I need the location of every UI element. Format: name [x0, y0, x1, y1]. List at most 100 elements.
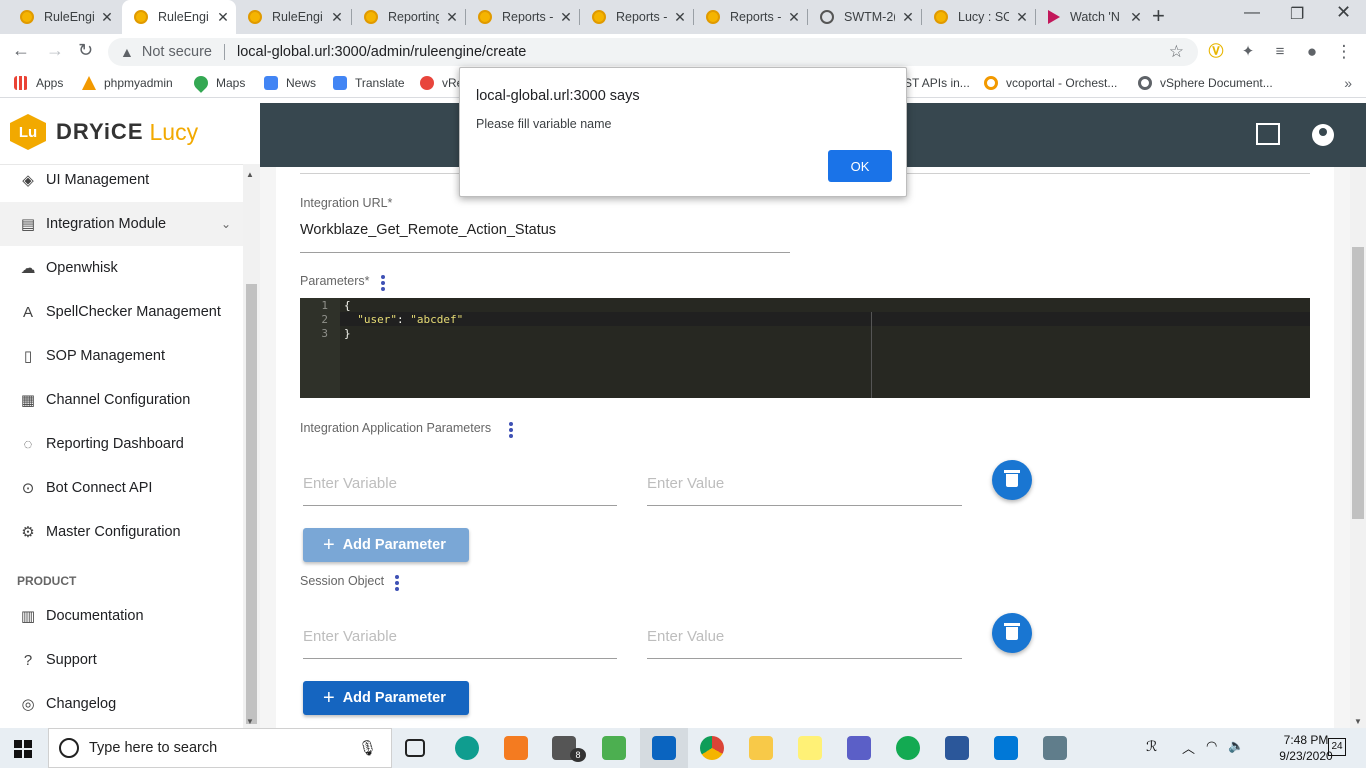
- bookmark-news[interactable]: News: [264, 76, 316, 90]
- wifi-icon[interactable]: ◠: [1206, 738, 1217, 754]
- scroll-down-icon[interactable]: ▼: [246, 717, 254, 726]
- back-icon[interactable]: ←: [12, 40, 30, 61]
- vscode-icon[interactable]: [994, 736, 1018, 760]
- sidebar-item-bot-connect-api[interactable]: ⊙ Bot Connect API: [0, 466, 243, 510]
- bookmark-vre[interactable]: vRe: [420, 76, 463, 90]
- close-icon[interactable]: ✕: [667, 9, 693, 26]
- puzzle-icon[interactable]: ✦: [1238, 42, 1258, 62]
- value-input[interactable]: Enter Value: [647, 475, 724, 492]
- scroll-down-icon[interactable]: ▼: [1354, 717, 1362, 726]
- browser-tab[interactable]: Lucy : SO ✕: [922, 0, 1035, 34]
- file-explorer-icon[interactable]: [749, 736, 773, 760]
- sidebar-item-integration-module[interactable]: ▤ Integration Module ⌄: [0, 202, 243, 246]
- more-vert-icon[interactable]: [395, 575, 399, 593]
- browser-tab[interactable]: Watch 'N ✕: [1036, 0, 1149, 34]
- close-icon[interactable]: ✕: [1123, 9, 1149, 26]
- omnibox[interactable]: ▲ Not secure local-global.url:3000/admin…: [108, 38, 1198, 66]
- forward-icon[interactable]: →: [46, 40, 64, 61]
- close-icon[interactable]: ✕: [324, 9, 350, 26]
- new-tab-icon[interactable]: +: [1152, 3, 1165, 29]
- outlook-icon[interactable]: [652, 736, 676, 760]
- chrome-icon[interactable]: [700, 736, 724, 760]
- bookmark-apps[interactable]: Apps: [14, 76, 63, 90]
- bookmark-st-apis[interactable]: ST APIs in...: [904, 76, 970, 90]
- close-icon[interactable]: ✕: [439, 9, 465, 26]
- task-view-icon[interactable]: [405, 739, 425, 757]
- scrollbar-thumb[interactable]: [1352, 247, 1364, 519]
- windows-start-icon[interactable]: [14, 740, 32, 758]
- sidebar-scrollbar[interactable]: ▲ ▼: [243, 164, 260, 728]
- browser-tab[interactable]: Reporting ✕: [352, 0, 465, 34]
- scrollbar-thumb[interactable]: [246, 284, 257, 724]
- warning-icon[interactable]: ▲: [120, 44, 134, 60]
- value-input[interactable]: Enter Value: [647, 628, 724, 645]
- notepad-icon[interactable]: [602, 736, 626, 760]
- sidebar-item-changelog[interactable]: ◎ Changelog: [0, 682, 243, 726]
- delete-button[interactable]: [992, 613, 1032, 653]
- integration-url-field[interactable]: Workblaze_Get_Remote_Action_Status: [300, 222, 556, 238]
- sidebar-item-channel-configuration[interactable]: ▦ Channel Configuration: [0, 378, 243, 422]
- browser-tab[interactable]: RuleEngi ✕: [236, 0, 350, 34]
- window-close-icon[interactable]: ✕: [1336, 2, 1351, 23]
- close-icon[interactable]: ✕: [210, 9, 236, 26]
- add-parameter-button[interactable]: + Add Parameter: [303, 528, 469, 562]
- variable-input[interactable]: Enter Variable: [303, 475, 397, 492]
- sticky-notes-icon[interactable]: [798, 736, 822, 760]
- extension-icon[interactable]: Ⓥ: [1206, 42, 1226, 62]
- sidebar-item-ui-management[interactable]: ◈ UI Management: [0, 158, 243, 202]
- teams-icon[interactable]: [847, 736, 871, 760]
- fullscreen-icon[interactable]: [1256, 123, 1280, 145]
- close-icon[interactable]: ✕: [895, 9, 921, 26]
- xampp-icon[interactable]: [504, 736, 528, 760]
- close-icon[interactable]: ✕: [781, 9, 807, 26]
- taskbar-search[interactable]: Type here to search 🎙: [48, 728, 392, 768]
- bookmark-vsphere[interactable]: vSphere Document...: [1138, 76, 1273, 90]
- profile-icon[interactable]: ●: [1302, 42, 1322, 62]
- sidebar-item-spellchecker[interactable]: A SpellChecker Management: [0, 290, 243, 334]
- sidebar-item-support[interactable]: ? Support: [0, 638, 243, 682]
- reload-icon[interactable]: ↻: [78, 40, 93, 61]
- sidebar-item-openwhisk[interactable]: ☁ Openwhisk: [0, 246, 243, 290]
- variable-input[interactable]: Enter Variable: [303, 628, 397, 645]
- bookmark-maps[interactable]: Maps: [191, 73, 245, 93]
- volume-icon[interactable]: 🔈: [1228, 738, 1244, 754]
- browser-tab[interactable]: Reports - ✕: [466, 0, 579, 34]
- browser-tab[interactable]: RuleEngi ✕: [0, 0, 120, 34]
- media-icon[interactable]: ≡: [1270, 42, 1290, 62]
- chevron-down-icon[interactable]: ⌄: [221, 217, 231, 231]
- people-icon[interactable]: ℛ: [1146, 738, 1157, 755]
- network-app-icon[interactable]: [1043, 736, 1067, 760]
- browser-tab[interactable]: Reports - ✕: [580, 0, 693, 34]
- bookmark-translate[interactable]: Translate: [333, 76, 405, 90]
- sidebar-item-sop-management[interactable]: ▯ SOP Management: [0, 334, 243, 378]
- browser-tab[interactable]: SWTM-2( ✕: [808, 0, 921, 34]
- edge-icon[interactable]: [455, 736, 479, 760]
- scroll-up-icon[interactable]: ▲: [246, 170, 254, 179]
- bookmark-vcoportal[interactable]: vcoportal - Orchest...: [984, 76, 1117, 90]
- bookmarks-more-icon[interactable]: »: [1344, 75, 1352, 91]
- mongodb-icon[interactable]: [896, 736, 920, 760]
- main-scrollbar[interactable]: ▼: [1350, 167, 1366, 728]
- bookmark-phpmyadmin[interactable]: phpmyadmin: [82, 76, 173, 90]
- security-label[interactable]: Not secure: [142, 44, 212, 60]
- sidebar-item-reporting-dashboard[interactable]: ◌ Reporting Dashboard: [0, 422, 243, 466]
- menu-icon[interactable]: ⋮: [1334, 42, 1354, 62]
- sidebar-item-master-configuration[interactable]: ⚙ Master Configuration: [0, 510, 243, 554]
- ok-button[interactable]: OK: [828, 150, 892, 182]
- bookmark-star-icon[interactable]: ☆: [1169, 42, 1184, 62]
- notification-icon[interactable]: 24: [1328, 738, 1346, 756]
- microphone-icon[interactable]: 🎙: [358, 739, 377, 757]
- account-icon[interactable]: [1312, 124, 1334, 146]
- more-vert-icon[interactable]: [509, 422, 513, 440]
- url-text[interactable]: local-global.url:3000/admin/ruleengine/c…: [237, 44, 526, 60]
- minimize-icon[interactable]: —: [1244, 4, 1260, 22]
- json-editor[interactable]: 1 2 3 { "user": "abcdef" }: [300, 298, 1310, 398]
- sidebar-item-documentation[interactable]: ▥ Documentation: [0, 594, 243, 638]
- close-icon[interactable]: ✕: [94, 9, 120, 26]
- delete-button[interactable]: [992, 460, 1032, 500]
- close-icon[interactable]: ✕: [1009, 9, 1035, 26]
- more-vert-icon[interactable]: [381, 275, 385, 293]
- word-icon[interactable]: [945, 736, 969, 760]
- restore-icon[interactable]: ❐: [1290, 4, 1304, 24]
- close-icon[interactable]: ✕: [553, 9, 579, 26]
